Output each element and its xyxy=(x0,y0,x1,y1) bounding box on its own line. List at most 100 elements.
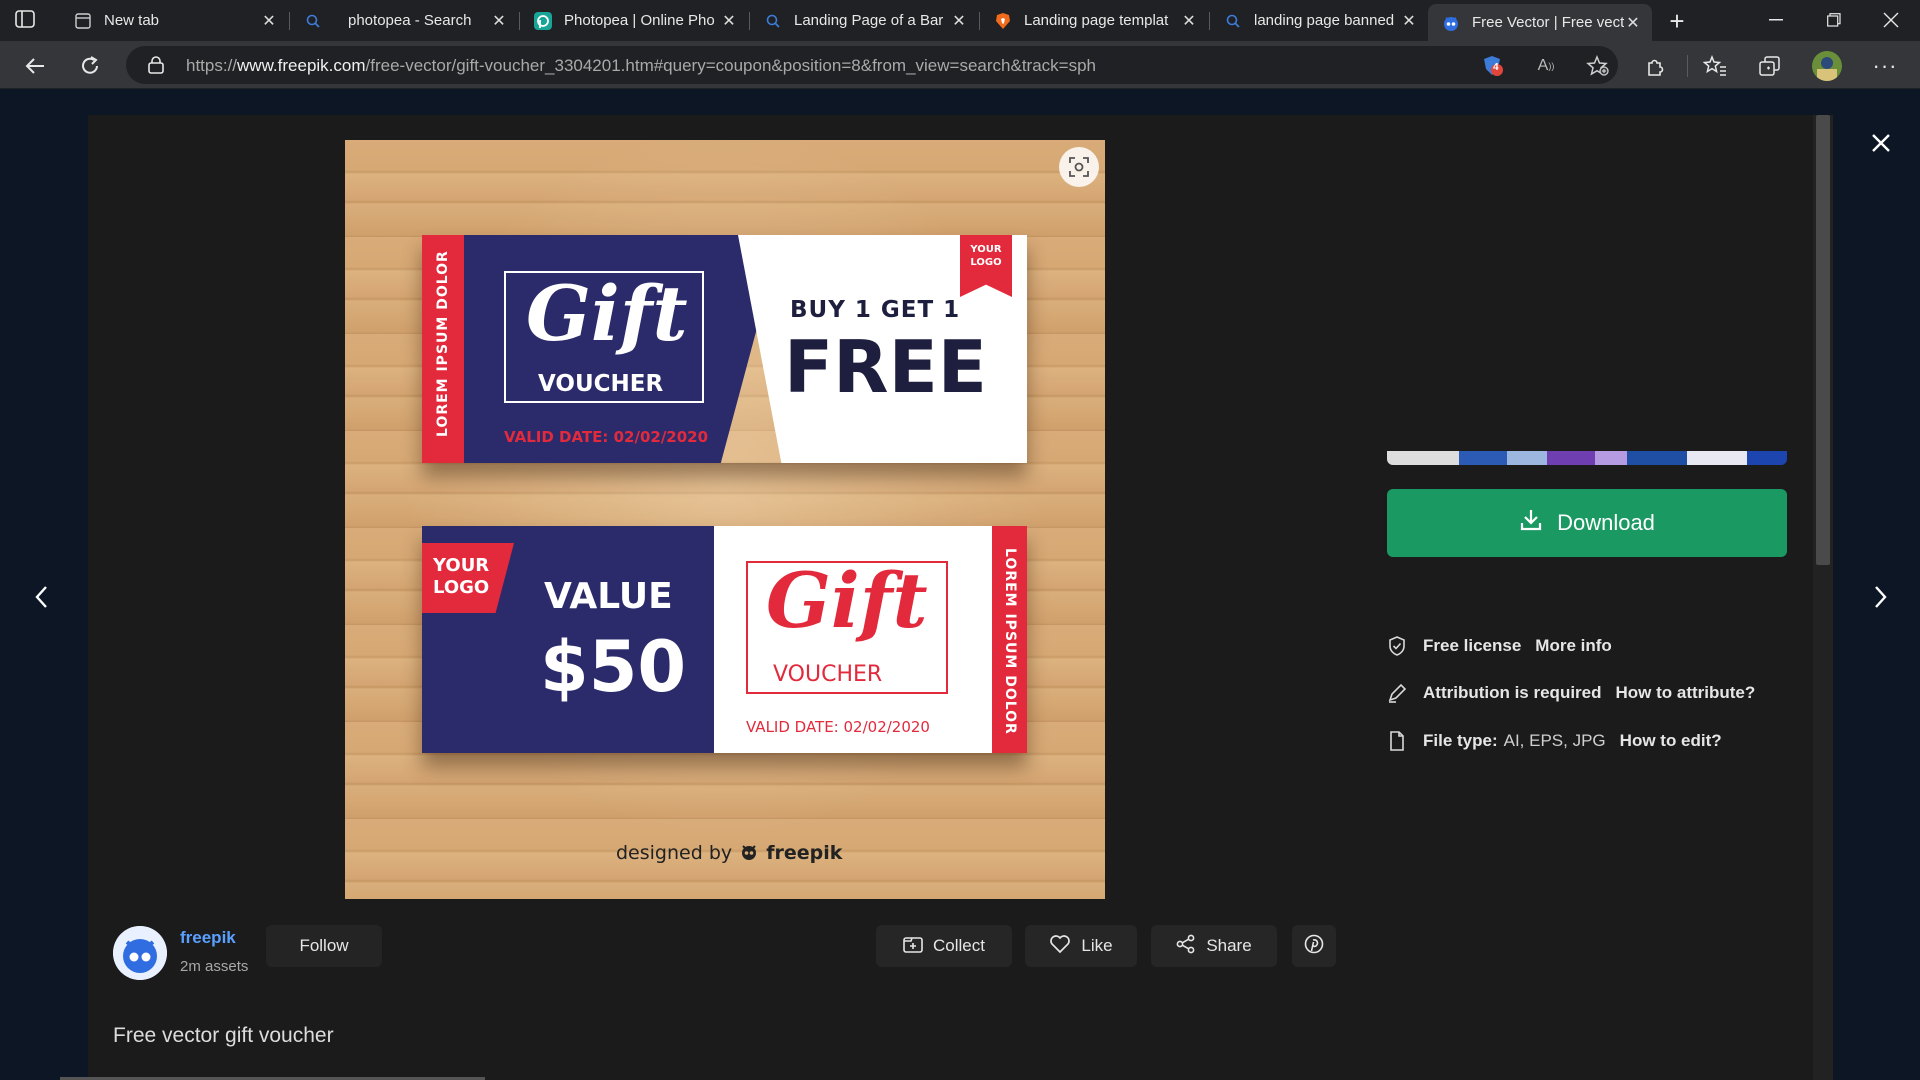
close-tab-icon[interactable]: ✕ xyxy=(490,12,508,30)
gift-script: Gift xyxy=(526,269,688,358)
download-icon xyxy=(1519,508,1543,538)
collect-icon xyxy=(903,935,923,958)
more-info-link[interactable]: More info xyxy=(1535,636,1612,656)
tab-title: photopea - Search xyxy=(348,12,472,29)
share-icon xyxy=(1176,934,1196,959)
freepik-icon xyxy=(1442,14,1460,32)
gift-script: Gift xyxy=(766,556,928,645)
logo-placeholder-bottom: YOUR LOGO xyxy=(433,555,490,598)
attribution-label: Attribution is required xyxy=(1423,683,1602,702)
share-button[interactable]: Share xyxy=(1151,925,1277,967)
extensions-icon[interactable] xyxy=(1642,54,1668,78)
logo-placeholder-top: YOUR LOGO xyxy=(970,244,1002,268)
reload-button[interactable] xyxy=(73,49,107,83)
tab-new-tab[interactable]: New tab ✕ xyxy=(60,4,288,37)
profile-avatar[interactable] xyxy=(1812,51,1842,81)
attribution-row: Attribution is required How to attribute… xyxy=(1387,681,1755,705)
follow-button[interactable]: Follow xyxy=(266,925,382,967)
download-label: Download xyxy=(1557,510,1655,535)
voucher-card-bottom: YOUR LOGO VALUE $50 Gift VOUCHER VALID DA… xyxy=(422,526,1027,753)
next-asset-icon[interactable] xyxy=(1868,582,1892,612)
author-name-link[interactable]: freepik xyxy=(180,928,236,948)
close-tab-icon[interactable]: ✕ xyxy=(950,12,968,30)
url-field[interactable]: https://www.freepik.com/free-vector/gift… xyxy=(126,46,1618,84)
close-window-button[interactable] xyxy=(1862,0,1920,40)
collect-label: Collect xyxy=(933,936,985,955)
tab-landing-page-banned[interactable]: landing page banned ✕ xyxy=(1210,4,1428,37)
pinterest-button[interactable] xyxy=(1292,925,1336,967)
license-row: Free license More info xyxy=(1387,634,1612,658)
visual-search-icon[interactable] xyxy=(1059,147,1099,187)
tab-title: Landing Page of a Bar xyxy=(794,12,944,29)
tab-title: landing page banned xyxy=(1254,12,1395,29)
url-text: https://www.freepik.com/free-vector/gift… xyxy=(186,56,1096,75)
filetype-value: AI, EPS, JPG xyxy=(1503,731,1606,750)
author-avatar[interactable] xyxy=(113,926,167,980)
back-button[interactable] xyxy=(18,49,52,83)
tab-photopea-search[interactable]: photopea - Search ✕ xyxy=(290,4,518,37)
author-assets-count: 2m assets xyxy=(180,958,249,975)
more-menu-icon[interactable]: ··· xyxy=(1872,53,1898,78)
close-tab-icon[interactable]: ✕ xyxy=(1400,12,1418,30)
file-icon xyxy=(1387,731,1407,751)
like-label: Like xyxy=(1081,936,1113,955)
voucher-card-top: LOREM IPSUM DOLOR Gift VOUCHER VALID DAT… xyxy=(422,235,1027,463)
close-tab-icon[interactable]: ✕ xyxy=(1180,12,1198,30)
close-modal-icon[interactable] xyxy=(1866,128,1896,158)
license-label: Free license xyxy=(1423,636,1522,655)
tab-actions-icon[interactable] xyxy=(14,9,38,31)
favorites-icon[interactable] xyxy=(1702,54,1728,78)
voucher-artwork[interactable]: LOREM IPSUM DOLOR Gift VOUCHER VALID DAT… xyxy=(345,140,1105,899)
download-button[interactable]: Download xyxy=(1387,489,1787,557)
voucher-label: VOUCHER xyxy=(538,371,664,397)
modal-scrollbar-thumb[interactable] xyxy=(1816,115,1830,565)
previous-asset-icon[interactable] xyxy=(30,582,54,612)
close-tab-icon[interactable]: ✕ xyxy=(720,12,738,30)
share-label: Share xyxy=(1206,936,1252,955)
value-label: VALUE xyxy=(544,576,673,617)
close-tab-icon[interactable]: ✕ xyxy=(1624,14,1642,32)
like-button[interactable]: Like xyxy=(1025,925,1137,967)
tab-landing-page-template[interactable]: Landing page templat ✕ xyxy=(980,4,1208,37)
tab-freepik-active[interactable]: Free Vector | Free vect ✕ xyxy=(1428,4,1652,41)
tab-title: Landing page templat xyxy=(1024,12,1169,29)
add-favorite-icon[interactable] xyxy=(1586,55,1610,77)
valid-date: VALID DATE: 02/02/2020 xyxy=(746,718,930,736)
address-bar: https://www.freepik.com/free-vector/gift… xyxy=(0,41,1920,89)
pen-icon xyxy=(1387,683,1407,703)
extension-shield-icon[interactable]: 4 xyxy=(1480,55,1504,77)
search-icon xyxy=(764,12,782,30)
tab-title: Photopea | Online Pho xyxy=(564,12,715,29)
lock-icon[interactable] xyxy=(148,56,164,74)
voucher-label: VOUCHER xyxy=(773,662,883,687)
new-tab-button[interactable]: + xyxy=(1663,6,1691,36)
designed-by-credit: designed by freepik xyxy=(616,842,843,866)
read-aloud-icon[interactable]: A)) xyxy=(1534,55,1558,77)
tab-photopea[interactable]: Photopea | Online Pho ✕ xyxy=(520,4,748,37)
follow-label: Follow xyxy=(299,936,349,955)
related-preview-strip[interactable] xyxy=(1387,451,1787,465)
close-tab-icon[interactable]: ✕ xyxy=(260,12,278,30)
heart-icon xyxy=(1049,934,1071,959)
tab-landing-page-search[interactable]: Landing Page of a Bar ✕ xyxy=(750,4,978,37)
how-to-edit-link[interactable]: How to edit? xyxy=(1620,731,1722,751)
filetype-row: File type: AI, EPS, JPG How to edit? xyxy=(1387,729,1722,753)
restore-button[interactable] xyxy=(1805,0,1863,40)
collect-button[interactable]: Collect xyxy=(876,925,1012,967)
value-amount: $50 xyxy=(540,626,687,708)
pinterest-icon xyxy=(1304,934,1324,959)
how-to-attribute-link[interactable]: How to attribute? xyxy=(1616,683,1756,703)
shield-check-icon xyxy=(1387,636,1407,656)
tab-title: New tab xyxy=(104,12,160,29)
tab-bar: New tab ✕ photopea - Search ✕ Photopea |… xyxy=(0,0,1920,41)
buy-one-get-one: BUY 1 GET 1 xyxy=(790,297,961,323)
collections-icon[interactable] xyxy=(1757,54,1783,78)
free-label: FREE xyxy=(784,325,987,409)
minimize-button[interactable] xyxy=(1747,0,1805,40)
side-text: LOREM IPSUM DOLOR xyxy=(435,250,451,437)
search-icon xyxy=(1224,12,1242,30)
freepik-logo-icon xyxy=(738,843,760,866)
side-text: LOREM IPSUM DOLOR xyxy=(1002,548,1018,735)
valid-date: VALID DATE: 02/02/2020 xyxy=(504,428,709,446)
newtab-icon xyxy=(74,12,92,30)
